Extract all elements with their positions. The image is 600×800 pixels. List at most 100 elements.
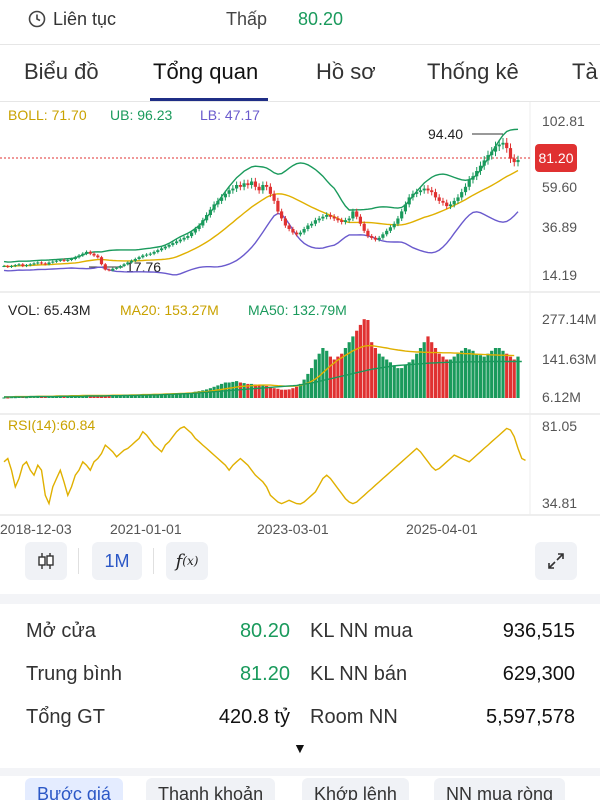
ub-label: UB: 96.23 [110,107,172,123]
vol-ma20-label: MA20: 153.27M [120,302,219,318]
volume-bar [358,324,362,398]
volume-bar [242,383,246,398]
candle-body [148,253,152,255]
candle-body [373,237,377,240]
candle-body [115,267,119,269]
volume-bar [460,350,464,398]
volume-bar [415,353,419,398]
candle-body [163,246,167,249]
candlestick-toggle-button[interactable] [25,542,67,580]
candle-body [355,211,359,217]
candle-body [250,181,254,185]
candle-body [257,186,261,191]
candle-body [208,209,212,215]
candle-body [493,146,498,152]
foreign-room-value: 5,597,578 [486,706,575,728]
candle-body [516,160,520,163]
candle-body [478,165,483,171]
candle-body [88,251,92,254]
candle-body [178,239,182,242]
candle-body [9,266,14,267]
tab-price-step[interactable]: Bước giá [25,778,123,800]
candle-body [261,185,265,191]
expand-more-icon[interactable]: ▼ [293,740,307,756]
volume-bar [381,356,385,398]
low-value: 80.20 [298,9,344,29]
rsi-label: RSI(14):60.84 [8,417,95,433]
vol-ma50-label: MA50: 132.79M [248,302,347,318]
lb-label: LB: 47.17 [200,107,260,123]
volume-bar [283,389,287,398]
candle-body [392,223,396,228]
candle-body [216,200,220,205]
volume-bar [362,319,366,398]
candle-body [381,234,385,238]
candle-body [411,193,415,198]
volume-bar [276,388,280,398]
stats-row: Tổng GT 420.8 tỷ Room NN 5,597,578 [0,698,600,738]
tab-profile[interactable]: Hồ sơ [316,59,376,85]
candle-body [505,142,509,149]
volume-bar [347,342,351,398]
candle-body [362,223,366,231]
candle-body [490,151,494,156]
candle-body [272,193,276,201]
candle-body [246,183,250,186]
tab-matched-orders[interactable]: Khớp lệnh [302,778,409,800]
volume-bar [505,353,509,398]
candle-body [358,216,362,224]
price-chart[interactable]: BOLL: 71.70 UB: 96.23 LB: 47.17 102.81 5… [0,102,600,542]
volume-bar [280,389,284,398]
candle-body [508,148,513,159]
function-icon[interactable]: f (x) [166,542,208,580]
candle-body [377,237,381,240]
candle-body [171,243,175,245]
candle-body [99,257,104,265]
interval-button[interactable]: 1M [92,542,142,580]
tab-foreign-net-buy[interactable]: NN mua ròng [434,778,566,800]
volume-bar [392,365,396,398]
expand-button[interactable] [535,542,577,580]
average-label: Trung bình [26,663,122,685]
volume-bar [2,397,6,399]
tab-bar: Biểu đồ Tổng quan Hồ sơ Thống kê Tà [0,44,600,102]
total-value-label: Tổng GT [26,706,105,728]
price-tick: 14.19 [542,267,577,283]
volume-bar [482,356,486,398]
vol-tick: 141.63M [542,351,596,367]
candle-body [223,193,227,198]
date-tick: 2018-12-03 [0,521,72,537]
candle-body [351,211,355,219]
volume-bar [325,350,329,398]
candle-body [39,262,44,264]
candle-body [497,144,501,147]
foreign-buy-value: 936,515 [502,620,575,642]
tab-technical[interactable]: Tà [572,59,598,85]
candle-body [47,262,51,265]
candle-body [160,248,164,251]
candle-body [426,188,430,191]
tab-overview[interactable]: Tổng quan [153,59,258,85]
trading-stats: Mở cửa 80.20 KL NN mua 936,515 Trung bìn… [0,604,600,766]
candle-body [220,197,224,201]
candle-body [366,230,370,237]
tab-statistics[interactable]: Thống kê [427,59,519,85]
candle-body [317,218,321,221]
candle-body [73,257,77,259]
candle-body [137,257,141,259]
volume-bar [501,350,505,398]
candle-body [422,188,426,191]
candle-body [448,204,453,207]
tab-chart[interactable]: Biểu đồ [24,59,99,85]
candle-body [122,264,126,267]
candle-body [152,251,156,254]
tab-liquidity[interactable]: Thanh khoản [146,778,276,800]
foreign-sell-label: KL NN bán [310,663,408,685]
volume-bar [385,359,389,398]
clock-icon [28,10,46,28]
volume-bar [448,359,453,398]
volume-bar [411,359,415,398]
volume-bar [475,353,479,398]
bollinger-bands [3,128,519,276]
stats-row: Trung bình 81.20 KL NN bán 629,300 [0,655,600,695]
